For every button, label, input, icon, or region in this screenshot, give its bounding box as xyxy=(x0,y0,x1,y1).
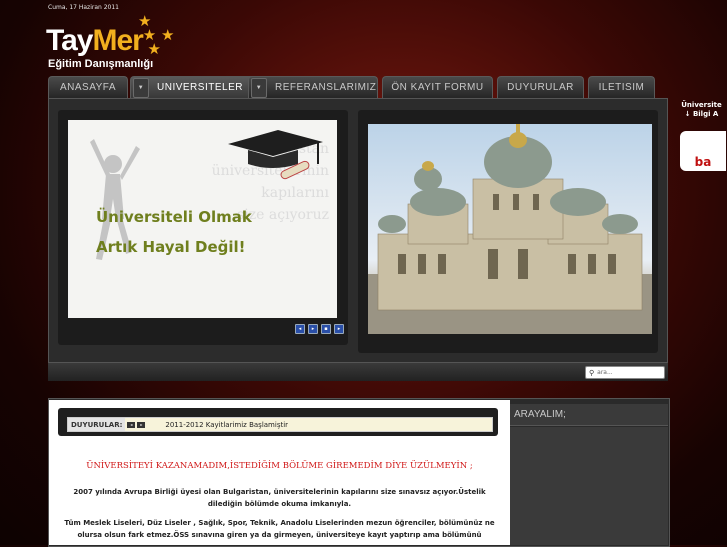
slide-headline-1: Üniversiteli Olmak xyxy=(96,208,252,226)
content-paragraph-1: 2007 yılında Avrupa Birliği üyesi olan B… xyxy=(73,488,486,508)
announcement-ticker: DUYURULAR: ◂ ▸ 2011-2012 Kayitlarimiz Ba… xyxy=(67,417,493,432)
slider-first-button[interactable]: ◂ xyxy=(295,324,305,334)
logo-brand-tay: Tay xyxy=(46,24,93,57)
side-ad[interactable]: Üniversite ↓ Bilgi A ba xyxy=(676,101,727,171)
logo-brand: TayMer xyxy=(46,24,144,58)
announcement-label: DUYURULAR: xyxy=(68,418,126,431)
cathedral-photo[interactable] xyxy=(368,124,652,334)
nav-on-kayit-label: ÖN KAYIT FORMU xyxy=(391,82,484,93)
slide-headline-2: Artık Hayal Değil! xyxy=(96,238,246,256)
logo-brand-mer: Mer xyxy=(92,24,143,57)
ticker-next-icon[interactable]: ▸ xyxy=(137,421,146,428)
nav-duyurular[interactable]: DUYURULAR xyxy=(497,76,584,98)
logo-tagline: Eğitim Danışmanlığı xyxy=(48,58,154,70)
nav-anasayfa-label: ANASAYFA xyxy=(59,82,117,93)
nav-on-kayit-formu[interactable]: ÖN KAYIT FORMU xyxy=(382,76,493,98)
side-ad-line1: Üniversite xyxy=(681,101,722,109)
nav-referanslarimiz[interactable]: ▼ REFERANSLARIMIZ xyxy=(248,76,378,98)
right-panel-body xyxy=(510,427,668,545)
dropdown-arrow-icon[interactable]: ▼ xyxy=(133,77,149,98)
side-ad-badge: ba xyxy=(680,131,726,171)
date-text: Cuma, 17 Haziran 2011 xyxy=(48,4,119,11)
nav-iletisim-label: ILETISIM xyxy=(598,82,645,93)
nav-duyurular-label: DUYURULAR xyxy=(507,82,574,93)
right-panel-title: ARAYALIM; xyxy=(510,404,668,426)
slider-prev-button[interactable]: ▸ xyxy=(308,324,318,334)
cathedral-illustration xyxy=(368,124,652,334)
search-bar xyxy=(48,362,668,381)
nav-anasayfa[interactable]: ANASAYFA xyxy=(48,76,128,98)
nav-referanslarimiz-label: REFERANSLARIMIZ xyxy=(275,82,377,93)
slide-image[interactable]: Bulgaristan üniversitelerinin kapılarını… xyxy=(68,120,337,318)
announcement-text[interactable]: 2011-2012 Kayitlarimiz Başlamiştir xyxy=(165,421,288,429)
nav-universiteler-label: UNIVERSITELER xyxy=(157,82,243,93)
nav-iletisim[interactable]: ILETISIM xyxy=(588,76,655,98)
stars-icon: ★ ★ ★ ★ xyxy=(138,12,175,58)
content-title: ÜNİVERSİTEYİ KAZANAMADIM,İSTEDİĞİM BÖLÜM… xyxy=(86,461,473,471)
site-logo[interactable]: ★ ★ ★ ★ TayMer Eğitim Danışmanlığı xyxy=(46,14,176,74)
side-ad-line2: ↓ Bilgi A xyxy=(684,110,719,118)
content-paragraph-2: Tüm Meslek Liseleri, Düz Liseler , Sağlı… xyxy=(64,519,495,539)
slider-next-button[interactable]: ▸ xyxy=(334,324,344,334)
graduation-cap-icon xyxy=(228,130,323,180)
search-input[interactable]: ⚲ ara... xyxy=(585,366,665,379)
search-placeholder: ara... xyxy=(597,369,613,376)
search-icon: ⚲ xyxy=(589,368,595,377)
slider-controls: ◂ ▸ ▪ ▸ xyxy=(295,324,344,334)
dropdown-arrow-icon[interactable]: ▼ xyxy=(251,77,267,98)
slider-play-button[interactable]: ▪ xyxy=(321,324,331,334)
ticker-prev-icon[interactable]: ◂ xyxy=(127,421,136,428)
